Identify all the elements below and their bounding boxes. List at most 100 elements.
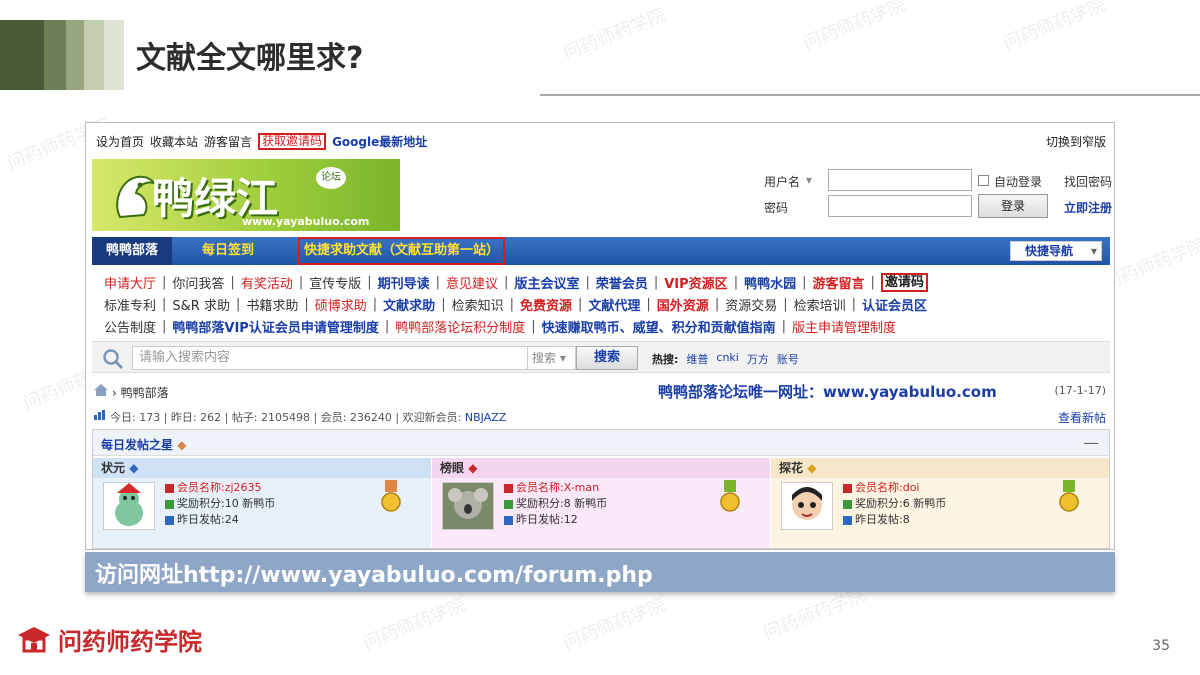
menu-separator: | <box>230 275 235 290</box>
footer-brand-text: 问药师药学院 <box>58 628 202 656</box>
username-label[interactable]: 用户名 <box>764 173 800 190</box>
menu-item[interactable]: 标准专利 <box>104 295 156 314</box>
collapse-icon[interactable]: — <box>1083 433 1099 452</box>
password-input[interactable] <box>828 195 972 217</box>
star-column: 榜眼 ◆ 会员名称:X-man 奖励积分:8 新鸭币 昨日发帖:12 <box>432 458 770 548</box>
menu-separator: | <box>802 275 807 290</box>
menu-item[interactable]: 文献求助 <box>383 295 435 314</box>
menu-item[interactable]: 快速赚取鸭币、威望、积分和贡献值指南 <box>542 317 776 336</box>
menu-item[interactable]: 检索培训 <box>794 295 846 314</box>
home-icon[interactable] <box>94 384 108 396</box>
menu-item[interactable]: 书籍求助 <box>246 295 298 314</box>
find-password-link[interactable]: 找回密码 <box>1064 173 1112 190</box>
menu-item[interactable]: 你问我答 <box>172 273 224 292</box>
nav-checkin[interactable]: 每日签到 <box>202 237 254 265</box>
search-button[interactable]: 搜索 <box>576 346 638 370</box>
member-name-link[interactable]: 会员名称:X-man <box>516 481 599 494</box>
menu-item[interactable]: 鸭鸭部落论坛积分制度 <box>395 317 525 336</box>
menu-item[interactable]: 期刊导读 <box>378 273 430 292</box>
menu-separator: | <box>504 275 509 290</box>
logo-badge: 论坛 <box>316 167 346 189</box>
rank-label: 探花 <box>779 461 804 475</box>
switch-narrow-link[interactable]: 切换到窄版 <box>1046 133 1106 150</box>
menu-separator: | <box>441 297 446 312</box>
auto-login-label[interactable]: 自动登录 <box>994 173 1042 190</box>
menu-item[interactable]: VIP资源区 <box>664 273 727 292</box>
guest-message-link[interactable]: 游客留言 <box>204 133 252 150</box>
rank-header: 状元 ◆ <box>93 458 431 478</box>
username-input[interactable] <box>828 169 972 191</box>
get-invite-code-link[interactable]: 获取邀请码 <box>258 133 327 150</box>
menu-item[interactable]: 意见建议 <box>446 273 498 292</box>
slide-title: 文献全文哪里求? <box>136 41 364 76</box>
nav-quick-help[interactable]: 快捷求助文献（文献互助第一站） <box>298 237 506 265</box>
medal-icon <box>1059 480 1079 512</box>
hot-keyword[interactable]: 维普 <box>686 351 708 367</box>
member-icon <box>504 483 513 493</box>
daily-post-stars: 每日发帖之星 ◆ — 状元 ◆ 会员名称:zj2635 奖励积分:10 新鸭币 昨日发… <box>92 429 1110 549</box>
search-type-select[interactable]: 搜索 ▾ <box>528 346 576 370</box>
search-input[interactable]: 请输入搜索内容 <box>132 346 528 370</box>
menu-item[interactable]: 版主会议室 <box>514 273 579 292</box>
member-name-link[interactable]: 会员名称:zj2635 <box>177 481 262 494</box>
member-info: 会员名称:doi 奖励积分:6 新鸭币 昨日发帖:8 <box>843 480 946 528</box>
menu-separator: | <box>783 297 788 312</box>
menu-item[interactable]: 鸭鸭部落VIP认证会员申请管理制度 <box>172 317 378 336</box>
quick-nav-label: 快捷导航 <box>1025 244 1074 258</box>
menu-item[interactable]: 版主申请管理制度 <box>792 317 896 336</box>
menu-item[interactable]: 免费资源 <box>520 295 572 314</box>
menu-separator: | <box>304 297 309 312</box>
avatar[interactable] <box>103 482 155 530</box>
member-points: 奖励积分:8 新鸭币 <box>516 497 608 510</box>
menu-item[interactable]: S&R 求助 <box>172 295 230 314</box>
forum-logo[interactable]: 鸭绿江 论坛 www.yayabuluo.com <box>92 159 400 231</box>
stars-header: 每日发帖之星 ◆ — <box>93 430 1109 456</box>
bookmark-link[interactable]: 收藏本站 <box>150 133 198 150</box>
points-icon <box>504 499 513 509</box>
welcome-label: 欢迎新会员: <box>402 411 462 424</box>
member-posts: 昨日发帖:8 <box>855 513 910 526</box>
avatar[interactable] <box>781 482 833 530</box>
hot-keyword[interactable]: 万方 <box>747 351 769 367</box>
rank-body: 会员名称:X-man 奖励积分:8 新鸭币 昨日发帖:12 <box>432 478 770 548</box>
watermark: 问药师药学院 <box>560 4 669 65</box>
auto-login-checkbox[interactable] <box>978 175 989 186</box>
menu-item[interactable]: 游客留言 <box>812 273 864 292</box>
forum-topbar: 设为首页 收藏本站 游客留言 获取邀请码 Google最新地址 切换到窄版 <box>86 123 1114 157</box>
set-homepage-link[interactable]: 设为首页 <box>96 133 144 150</box>
hot-keyword[interactable]: 账号 <box>777 351 799 367</box>
avatar[interactable] <box>442 482 494 530</box>
menu-item[interactable]: 有奖活动 <box>241 273 293 292</box>
menu-item[interactable]: 硕博求助 <box>315 295 367 314</box>
menu-item[interactable]: 资源交易 <box>725 295 777 314</box>
menu-separator: | <box>384 319 390 334</box>
google-latest-link[interactable]: Google最新地址 <box>332 133 427 150</box>
menu-item[interactable]: 宣传专版 <box>309 273 361 292</box>
nav-home[interactable]: 鸭鸭部落 <box>92 237 173 265</box>
register-link[interactable]: 立即注册 <box>1064 199 1112 216</box>
login-button[interactable]: 登录 <box>978 194 1048 218</box>
menu-separator: | <box>509 297 514 312</box>
menu-item[interactable]: 公告制度 <box>104 317 156 336</box>
breadcrumb-item[interactable]: 鸭鸭部落 <box>121 386 169 400</box>
stat-members: 会员: 236240 <box>320 411 392 424</box>
star-column: 探花 ◆ 会员名称:doi 奖励积分:6 新鸭币 昨日发帖:8 <box>771 458 1109 548</box>
menu-item[interactable]: 认证会员区 <box>862 295 927 314</box>
hot-keyword[interactable]: cnki <box>716 351 738 367</box>
rank-body: 会员名称:doi 奖励积分:6 新鸭币 昨日发帖:8 <box>771 478 1109 548</box>
menu-item[interactable]: 国外资源 <box>657 295 709 314</box>
search-bar: 请输入搜索内容 搜索 ▾ 搜索 热搜: 维普 cnki 万方 账号 <box>92 341 1110 373</box>
menu-item[interactable]: 检索知识 <box>452 295 504 314</box>
menu-item[interactable]: 荣誉会员 <box>596 273 648 292</box>
menu-item[interactable]: 申请大厅 <box>104 273 156 292</box>
hot-search: 热搜: 维普 cnki 万方 账号 <box>652 351 799 367</box>
new-member-link[interactable]: NBJAZZ <box>465 411 506 424</box>
site-notice: 鸭鸭部落论坛唯一网址：www.yayabuluo.com <box>658 383 997 401</box>
menu-item[interactable]: 邀请码 <box>880 273 928 292</box>
member-name-link[interactable]: 会员名称:doi <box>855 481 919 494</box>
menu-item[interactable]: 文献代理 <box>588 295 640 314</box>
chevron-down-icon[interactable]: ▾ <box>806 173 812 187</box>
menu-item[interactable]: 鸭鸭水园 <box>744 273 796 292</box>
view-new-posts-link[interactable]: 查看新帖 <box>1058 409 1106 426</box>
quick-nav-dropdown[interactable]: 快捷导航 ▾ <box>1010 241 1102 261</box>
